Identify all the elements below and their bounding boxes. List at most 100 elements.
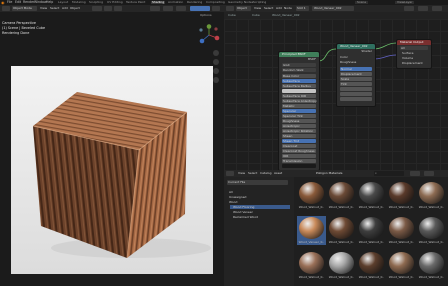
group-input-field-7[interactable]: [340, 97, 372, 101]
menu-view[interactable]: View: [40, 7, 47, 10]
group-input-field-4[interactable]: Tint: [340, 82, 372, 86]
subsurface-ior-field[interactable]: Subsurface IOR: [282, 94, 316, 98]
anisotropic-rotation-field[interactable]: Anisotropic Rotation: [282, 129, 316, 133]
asset-item[interactable]: Wood_Walnut_0..: [357, 216, 386, 245]
shader-type-dropdown[interactable]: Object: [236, 6, 251, 11]
asset-item[interactable]: Wood_Walnut_0..: [327, 181, 356, 210]
ws-rendering[interactable]: Rendering: [187, 1, 202, 4]
menu-render[interactable]: Render: [23, 0, 34, 4]
metallic-field[interactable]: Metallic: [282, 104, 316, 108]
filter-button[interactable]: [424, 171, 434, 176]
principled-bsdf-node[interactable]: Principled BSDF BSDF GGX Random Walk Bas…: [278, 51, 320, 171]
wood-group-node[interactable]: Wood_Veneer_002 Shader Color Roughness N…: [336, 43, 376, 107]
roughness-field[interactable]: Roughness: [282, 119, 316, 123]
ws-uv-editing[interactable]: UV Editing: [107, 1, 123, 4]
subsurface-field[interactable]: Subsurface: [282, 79, 316, 83]
clearcoat-roughness-field[interactable]: Clearcoat Roughness: [282, 149, 316, 153]
ws-sculpting[interactable]: Sculpting: [89, 1, 103, 4]
asset-item[interactable]: Wood_Walnut_0..: [387, 251, 416, 280]
asset-item[interactable]: Wood_Walnut_0..: [327, 251, 356, 280]
overlay-button[interactable]: [432, 6, 442, 11]
group-input-field-3[interactable]: Scale: [340, 77, 372, 81]
subsurface-anisotropy-field[interactable]: Subsurface Anisotropy: [282, 99, 317, 103]
material-selector[interactable]: Wood_Veneer_002: [312, 6, 354, 11]
catalog-reclaimed-wood[interactable]: Reclaimed Wood: [233, 216, 258, 219]
menu-view[interactable]: View: [254, 7, 261, 10]
shader-node-editor[interactable]: Principled BSDF BSDF GGX Random Walk Bas…: [224, 19, 448, 171]
scene-selector[interactable]: Scene: [355, 1, 369, 4]
menu-select[interactable]: Select: [248, 172, 257, 175]
sheen-tint-field[interactable]: Sheen Tint: [282, 139, 316, 143]
zoom-icon[interactable]: [213, 50, 219, 56]
sheen-field[interactable]: Sheen: [282, 134, 316, 138]
catalog-all[interactable]: All: [229, 191, 233, 194]
menu-select[interactable]: Select: [264, 7, 273, 10]
group-input-field-2[interactable]: Displacement: [340, 72, 372, 76]
ws-animation[interactable]: Animation: [168, 1, 183, 4]
asset-item[interactable]: Wood_Walnut_0..: [297, 181, 326, 210]
menu-add[interactable]: Add: [276, 7, 282, 10]
catalog-unassigned[interactable]: Unassigned: [229, 196, 246, 199]
specular-field[interactable]: Specular: [282, 109, 316, 113]
menu-file[interactable]: File: [7, 0, 12, 4]
ws-modeling[interactable]: Modeling: [72, 1, 86, 4]
overlays-button[interactable]: [176, 6, 186, 11]
blender-logo-icon[interactable]: ◉: [1, 0, 5, 5]
menu-select[interactable]: Select: [50, 7, 59, 10]
node-header[interactable]: Material Output: [397, 40, 431, 45]
3d-viewport[interactable]: Options Camera Perspective (1) Scene | B…: [0, 12, 224, 286]
catalog-wood-veneer[interactable]: Wood Veneer: [233, 211, 253, 214]
subsurface-method-dropdown[interactable]: Random Walk: [282, 68, 316, 72]
navigation-gizmo[interactable]: [198, 24, 220, 46]
camera-view-icon[interactable]: [213, 68, 219, 74]
group-input-field-1[interactable]: Normal: [340, 67, 372, 71]
pin-button[interactable]: [404, 6, 414, 11]
distribution-dropdown[interactable]: GGX: [282, 63, 316, 67]
menu-edit[interactable]: Edit: [15, 0, 21, 4]
asset-item[interactable]: Wood_Walnut_0..: [327, 216, 356, 245]
editor-type-button[interactable]: [226, 171, 234, 176]
transform-orientation-button[interactable]: [92, 6, 102, 11]
specular-tint-field[interactable]: Specular Tint: [282, 114, 316, 118]
ior-field[interactable]: IOR: [282, 154, 316, 158]
gizmo-button[interactable]: [163, 6, 173, 11]
target-dropdown[interactable]: All: [400, 46, 428, 50]
ws-geometry-nodes[interactable]: Geometry Nodes: [228, 1, 253, 4]
proportional-edit-button[interactable]: [114, 6, 122, 11]
ws-layout[interactable]: Layout: [58, 1, 68, 4]
search-input[interactable]: ⌕: [374, 171, 404, 176]
asset-item[interactable]: Wood_Walnut_0..: [417, 181, 446, 210]
clearcoat-field[interactable]: Clearcoat: [282, 144, 316, 148]
asset-item[interactable]: Wood_Walnut_0..: [297, 251, 326, 280]
menu-catalog[interactable]: Catalog: [260, 172, 272, 175]
menu-view[interactable]: View: [238, 172, 245, 175]
options-dropdown[interactable]: Options: [200, 14, 212, 17]
ws-scripting[interactable]: Scripting: [253, 1, 266, 4]
shading-mode-buttons[interactable]: [190, 6, 210, 11]
menu-add[interactable]: Add: [62, 7, 68, 10]
ws-shading[interactable]: Shading: [151, 1, 166, 4]
slot-dropdown[interactable]: Slot 1: [296, 6, 309, 11]
editor-type-button[interactable]: [2, 6, 10, 11]
asset-item[interactable]: Wood_Walnut_0..: [417, 251, 446, 280]
asset-item[interactable]: Wood_Walnut_0..: [417, 216, 446, 245]
menu-help[interactable]: Help: [46, 0, 53, 4]
shading-options-button[interactable]: [212, 6, 220, 11]
menu-window[interactable]: Window: [34, 0, 47, 4]
asset-item[interactable]: Wood_Veneer_0..: [297, 216, 326, 245]
material-output-node[interactable]: Material Output All Surface Volume Displ…: [396, 39, 432, 69]
menu-asset[interactable]: Asset: [274, 172, 282, 175]
asset-item[interactable]: Wood_Walnut_0..: [387, 216, 416, 245]
pan-hand-icon[interactable]: [213, 59, 219, 65]
menu-object[interactable]: Object: [70, 7, 80, 10]
catalog-wood[interactable]: Wood: [229, 201, 237, 204]
library-dropdown[interactable]: Current File: [227, 180, 288, 185]
subsurface-color-field[interactable]: [282, 89, 316, 93]
asset-item[interactable]: Wood_Walnut_0..: [357, 181, 386, 210]
editor-type-button[interactable]: [226, 6, 234, 11]
visibility-button[interactable]: [150, 6, 160, 11]
perspective-grid-icon[interactable]: [213, 77, 219, 83]
ws-compositing[interactable]: Compositing: [206, 1, 225, 4]
asset-item[interactable]: Wood_Walnut_0..: [357, 251, 386, 280]
mode-dropdown[interactable]: Object Mode: [12, 6, 37, 11]
